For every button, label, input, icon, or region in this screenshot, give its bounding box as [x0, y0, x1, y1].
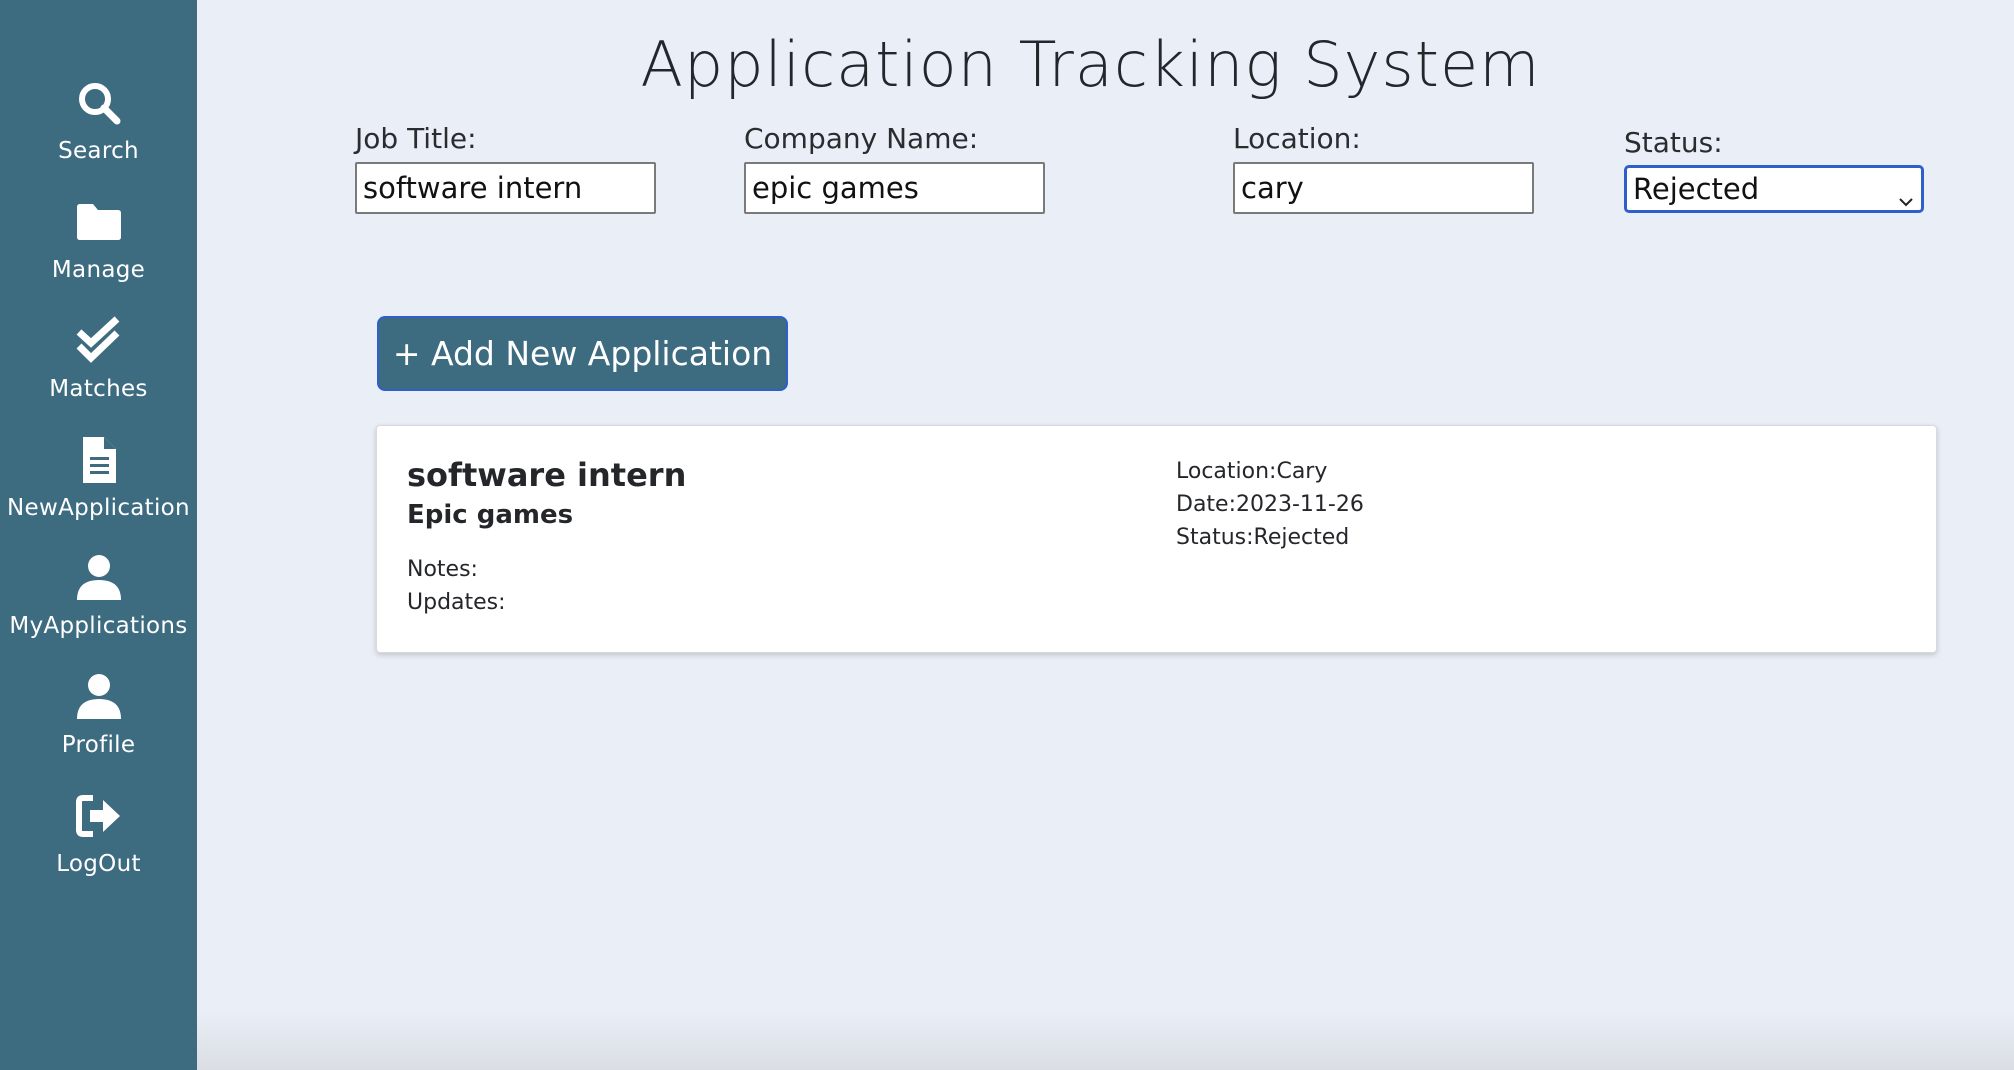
logout-icon [74, 791, 124, 841]
user-icon [74, 553, 124, 603]
add-new-application-button[interactable]: + Add New Application [377, 316, 788, 391]
sidebar-item-label: Manage [51, 257, 146, 283]
sidebar-item-profile[interactable]: Profile [0, 672, 197, 782]
application-status: Status:Rejected [1176, 525, 1350, 550]
bottom-shade [197, 1010, 2014, 1070]
job-title-label: Job Title: [355, 122, 477, 155]
location-label: Location: [1233, 122, 1361, 155]
sidebar-item-matches[interactable]: Matches [0, 316, 197, 426]
application-updates: Updates: [407, 590, 506, 615]
application-location: Location:Cary [1176, 459, 1328, 484]
sidebar-item-label: NewApplication [7, 495, 190, 521]
job-title-input[interactable] [355, 162, 656, 214]
company-name-label: Company Name: [744, 122, 979, 155]
application-company: Epic games [407, 500, 574, 530]
sidebar-item-label: MyApplications [9, 613, 188, 639]
application-job-title: software intern [407, 456, 687, 494]
search-icon [74, 78, 124, 128]
sidebar-item-label: Profile [61, 732, 136, 758]
sidebar-item-label: Search [58, 138, 139, 164]
sidebar-item-manage[interactable]: Manage [0, 197, 197, 307]
page-title: Application Tracking System [640, 28, 1541, 101]
document-icon [74, 435, 124, 485]
double-check-icon [74, 316, 124, 366]
user-icon [74, 672, 124, 722]
status-label: Status: [1624, 126, 1723, 159]
sidebar-item-logout[interactable]: LogOut [0, 791, 197, 901]
sidebar-item-myapplications[interactable]: MyApplications [0, 553, 197, 663]
location-input[interactable] [1233, 162, 1534, 214]
sidebar-item-search[interactable]: Search [0, 78, 197, 188]
chevron-down-icon [1897, 180, 1915, 207]
status-select-value: Rejected [1633, 172, 1760, 206]
sidebar-item-newapplication[interactable]: NewApplication [0, 435, 197, 545]
sidebar-item-label: LogOut [56, 851, 141, 877]
application-date: Date:2023-11-26 [1176, 492, 1364, 517]
application-card[interactable]: software intern Epic games Notes: Update… [376, 425, 1937, 653]
sidebar: Search Manage Matches NewApplication MyA… [0, 0, 197, 1070]
folder-icon [74, 197, 124, 247]
application-notes: Notes: [407, 557, 478, 582]
company-name-input[interactable] [744, 162, 1045, 214]
sidebar-item-label: Matches [49, 376, 148, 402]
status-select[interactable]: Rejected [1624, 165, 1924, 213]
